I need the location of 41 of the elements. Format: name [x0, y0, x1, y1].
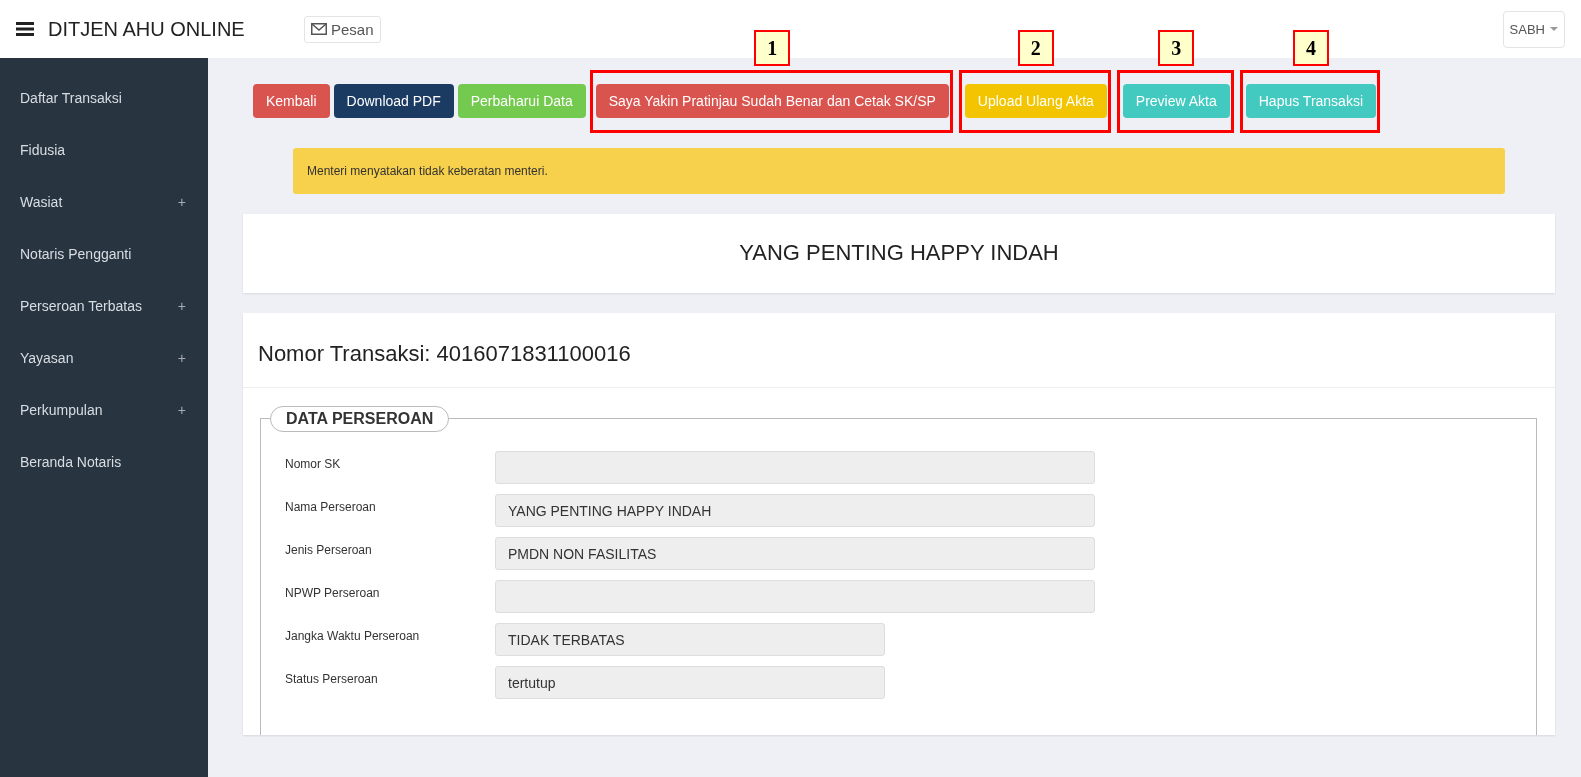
sidebar-label: Yayasan: [20, 350, 74, 366]
input-field[interactable]: tertutup: [495, 666, 885, 699]
section-legend: DATA PERSEROAN: [270, 406, 450, 432]
field-label: Status Perseroan: [285, 672, 379, 688]
sidebar-label: Wasiat: [20, 194, 63, 210]
callout-number: 3: [1158, 30, 1195, 66]
callout-number: 2: [1017, 30, 1054, 66]
transaction-number: Nomor Transaksi: 4016071831100016: [243, 313, 1555, 388]
action-button[interactable]: Kembali: [253, 84, 330, 118]
expand-toggle[interactable]: +: [177, 298, 186, 314]
sidebar-label: Perseroan Terbatas: [20, 298, 142, 314]
input-field[interactable]: PMDN NON FASILITAS: [495, 537, 1095, 570]
company-name: YANG PENTING HAPPY INDAH: [738, 239, 1060, 267]
expand-toggle[interactable]: +: [177, 402, 186, 418]
sidebar-label: Fidusia: [20, 142, 66, 158]
action-button[interactable]: Download PDF: [333, 84, 454, 118]
input-field[interactable]: [495, 580, 1095, 613]
input-field[interactable]: YANG PENTING HAPPY INDAH: [495, 494, 1095, 527]
callout-number: 4: [1292, 30, 1329, 66]
field-label: NPWP Perseroan: [285, 586, 381, 602]
sidebar-label: Daftar Transaksi: [20, 90, 122, 106]
input-field[interactable]: [495, 451, 1095, 484]
sidebar-label: Notaris Pengganti: [20, 246, 132, 262]
expand-toggle[interactable]: +: [177, 350, 186, 366]
expand-toggle[interactable]: +: [177, 194, 186, 210]
sidebar-label: Beranda Notaris: [20, 454, 122, 470]
field-label: Nomor SK: [285, 457, 342, 473]
alert-message: Menteri menyatakan tidak keberatan menteri.: [293, 148, 1505, 194]
user-menu[interactable]: SABH: [1502, 10, 1565, 48]
menu-icon[interactable]: [16, 22, 34, 36]
field-label: Nama Perseroan: [285, 500, 377, 516]
envelope-icon: [311, 23, 327, 35]
field-label: Jenis Perseroan: [285, 543, 373, 559]
callout-number: 1: [754, 30, 791, 66]
sidebar-label: Perkumpulan: [20, 402, 103, 418]
field-label: Jangka Waktu Perseroan: [285, 629, 421, 645]
action-button[interactable]: Saya Yakin Pratinjau Sudah Benar dan Cetak SK/SP: [595, 84, 949, 118]
input-field[interactable]: TIDAK TERBATAS: [495, 623, 885, 656]
app-title: DITJEN AHU ONLINE: [48, 17, 246, 41]
caret-icon: [1550, 27, 1558, 31]
messages-button[interactable]: Pesan: [304, 15, 381, 43]
